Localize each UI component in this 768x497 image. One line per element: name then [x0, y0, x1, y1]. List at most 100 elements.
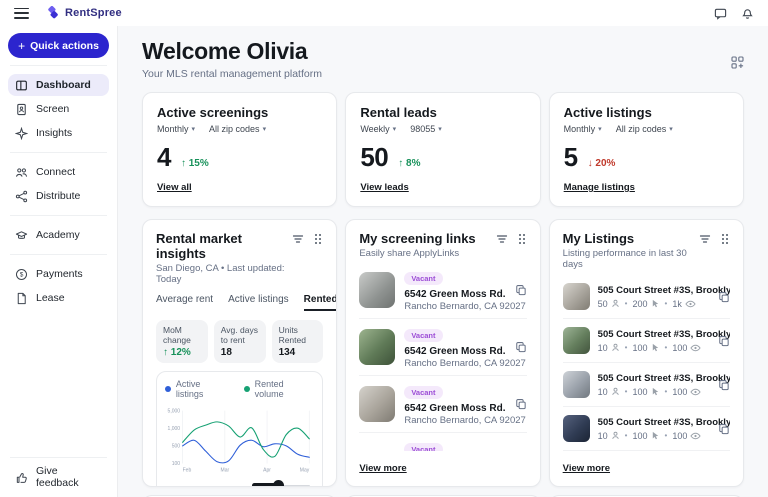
- sidebar-item-label: Lease: [36, 292, 65, 304]
- view-more-link[interactable]: View more: [359, 463, 406, 474]
- card-subtitle: Listing performance in last 30 days: [563, 248, 699, 270]
- listing-row[interactable]: 505 Court Street #3S, Brooklyn 10 • 100 …: [563, 319, 730, 363]
- sidebar-item-dashboard[interactable]: Dashboard: [8, 74, 109, 96]
- slider-knob[interactable]: [273, 480, 284, 487]
- sidebar-item-label: Dashboard: [36, 79, 91, 91]
- property-thumbnail: [563, 371, 590, 398]
- copy-icon[interactable]: [718, 423, 730, 435]
- stat-value: 50: [360, 142, 388, 173]
- stat-delta: ↑ 15%: [181, 158, 209, 169]
- rental-leads-card: Rental leads Weekly▾ 98055▾ 50 ↑ 8% View…: [345, 92, 540, 207]
- property-thumbnail: [359, 386, 395, 422]
- screening-list-item[interactable]: Vacant 6542 Green Moss Rd. Rancho Bernar…: [359, 319, 526, 376]
- lease-document-icon: [15, 292, 28, 305]
- chevron-down-icon: ▾: [598, 125, 602, 133]
- svg-text:1,000: 1,000: [168, 426, 181, 432]
- stat-delta: ↑ 8%: [398, 158, 420, 169]
- quick-actions-button[interactable]: + Quick actions: [8, 33, 109, 58]
- copy-icon[interactable]: [718, 379, 730, 391]
- copy-icon[interactable]: [718, 291, 730, 303]
- listing-row[interactable]: 505 Court Street #3S, Brooklyn 10 • 100 …: [563, 407, 730, 451]
- insights-chart: Active listings Rented volume FebMarAprM…: [156, 371, 323, 487]
- period-filter-dropdown[interactable]: Monthly▾: [157, 124, 195, 134]
- connect-people-icon: [15, 166, 28, 179]
- quick-actions-label: Quick actions: [30, 40, 99, 52]
- copy-icon[interactable]: [515, 398, 527, 410]
- clicks-cursor-icon: [651, 387, 660, 396]
- sidebar-item-screen[interactable]: Screen: [8, 98, 109, 120]
- sidebar-item-label: Screen: [36, 103, 69, 115]
- divider: [10, 457, 107, 458]
- copy-icon[interactable]: [515, 341, 527, 353]
- property-thumbnail: [359, 272, 395, 308]
- sidebar-item-label: Payments: [36, 268, 83, 280]
- svg-text:500: 500: [172, 444, 181, 450]
- sidebar-item-connect[interactable]: Connect: [8, 161, 109, 183]
- chevron-down-icon: ▾: [192, 125, 196, 133]
- view-all-link[interactable]: View all: [157, 182, 192, 193]
- sidebar-item-lease[interactable]: Lease: [8, 287, 109, 309]
- brand-logo[interactable]: RentSpree: [45, 6, 122, 21]
- card-title: Active listings: [564, 105, 729, 120]
- sidebar: + Quick actions Dashboard Screen Insight…: [0, 26, 118, 497]
- property-thumbnail: [359, 443, 395, 451]
- payments-dollar-icon: $: [15, 268, 28, 281]
- views-eye-icon: [690, 432, 701, 440]
- screening-list-item[interactable]: Vacant 6542 Green Moss Rd. Rancho Bernar…: [359, 262, 526, 319]
- customize-dashboard-button[interactable]: [731, 56, 744, 69]
- zipcode-filter-dropdown[interactable]: All zip codes▾: [209, 124, 266, 134]
- menu-icon[interactable]: [14, 8, 29, 19]
- sidebar-item-distribute[interactable]: Distribute: [8, 185, 109, 207]
- sidebar-item-payments[interactable]: $ Payments: [8, 263, 109, 285]
- drag-handle-icon[interactable]: [313, 233, 323, 245]
- tab-average-rent[interactable]: Average rent: [156, 294, 213, 311]
- insights-sparkle-icon: [15, 127, 28, 140]
- view-more-link[interactable]: View more: [563, 463, 610, 474]
- svg-text:Feb: Feb: [183, 467, 192, 473]
- top-bar: RentSpree: [0, 0, 768, 26]
- copy-icon[interactable]: [515, 284, 527, 296]
- listing-row[interactable]: 505 Court Street #3S, Brooklyn 50 • 200 …: [563, 275, 730, 319]
- listing-row[interactable]: 505 Court Street #3S, Brooklyn 10 • 100 …: [563, 363, 730, 407]
- drag-handle-icon[interactable]: [517, 233, 527, 245]
- stat-delta: ↓ 20%: [588, 158, 616, 169]
- page-title: Welcome Olivia: [142, 38, 322, 65]
- card-title: Active screenings: [157, 105, 322, 120]
- filter-icon[interactable]: [699, 233, 711, 245]
- period-filter-dropdown[interactable]: Monthly▾: [564, 124, 602, 134]
- property-thumbnail: [359, 329, 395, 365]
- property-thumbnail: [563, 327, 590, 354]
- active-listings-card: Active listings Monthly▾ All zip codes▾ …: [549, 92, 744, 207]
- notifications-bell-icon[interactable]: [741, 7, 754, 20]
- chart-range-slider[interactable]: [252, 480, 310, 487]
- drag-handle-icon[interactable]: [720, 233, 730, 245]
- view-leads-link[interactable]: View leads: [360, 182, 408, 193]
- tab-rented-volume[interactable]: Rented volume: [304, 294, 338, 311]
- manage-listings-link[interactable]: Manage listings: [564, 182, 635, 193]
- dashboard-icon: [15, 79, 28, 92]
- screening-list-item[interactable]: Vacant 6542 Green Moss Rd. Rancho Bernar…: [359, 433, 526, 451]
- card-title: My Listings: [563, 231, 699, 246]
- my-listings-card: My Listings Listing performance in last …: [549, 219, 744, 487]
- copy-icon[interactable]: [718, 335, 730, 347]
- period-filter-dropdown[interactable]: Weekly▾: [360, 124, 396, 134]
- messages-icon[interactable]: [714, 7, 727, 20]
- tab-active-listings[interactable]: Active listings: [228, 294, 289, 311]
- screening-list-item[interactable]: Vacant 6542 Green Moss Rd. Rancho Bernar…: [359, 376, 526, 433]
- customize-grid-plus-icon: [731, 56, 744, 69]
- vacant-badge: Vacant: [404, 272, 442, 285]
- legend-dot-green: [244, 386, 250, 392]
- zipcode-filter-dropdown[interactable]: All zip codes▾: [616, 124, 673, 134]
- svg-text:$: $: [20, 271, 24, 278]
- filter-icon[interactable]: [496, 233, 508, 245]
- chevron-down-icon: ▾: [438, 125, 442, 133]
- vacant-badge: Vacant: [404, 386, 442, 399]
- give-feedback-button[interactable]: Give feedback: [8, 466, 109, 488]
- sidebar-item-label: Academy: [36, 229, 80, 241]
- filter-icon[interactable]: [292, 233, 304, 245]
- zipcode-filter-dropdown[interactable]: 98055▾: [410, 124, 442, 134]
- sidebar-item-academy[interactable]: Academy: [8, 224, 109, 246]
- sidebar-item-insights[interactable]: Insights: [8, 122, 109, 144]
- divider: [10, 65, 107, 66]
- active-screenings-card: Active screenings Monthly▾ All zip codes…: [142, 92, 337, 207]
